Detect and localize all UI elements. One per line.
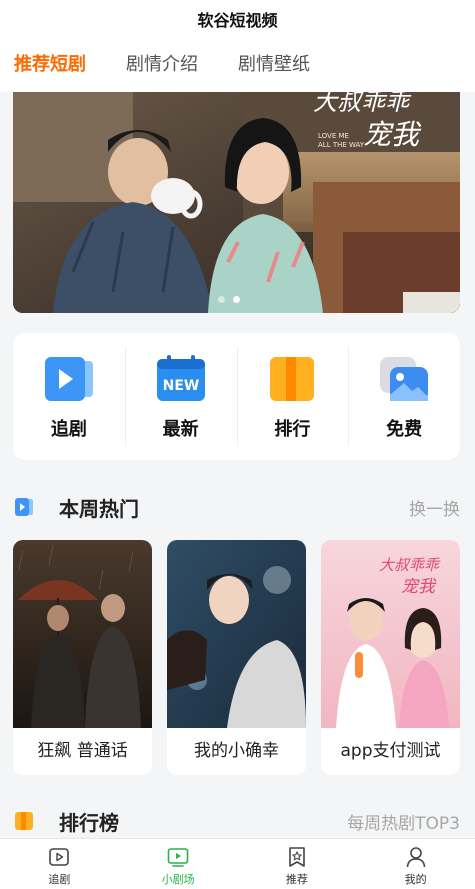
drama-poster: 大叔乖乖 宠我 — [321, 540, 460, 728]
quick-entry-label: 免费 — [386, 419, 423, 440]
quick-entry-label: 排行 — [274, 419, 311, 440]
quick-entry-label: 追剧 — [50, 419, 87, 440]
app-title: 软谷短视频 — [197, 11, 278, 30]
tabbar-item-mine[interactable]: 我的 — [356, 839, 475, 889]
carousel-dot-active[interactable] — [233, 296, 240, 303]
drama-poster — [167, 540, 306, 728]
ranking-more-link[interactable]: 每周热剧TOP3 — [347, 809, 460, 834]
tab-plot-intro[interactable]: 剧情介绍 — [126, 52, 198, 78]
refresh-button[interactable]: 换一换 — [409, 495, 460, 520]
tabbar-item-follow[interactable]: 追剧 — [0, 839, 119, 889]
quick-entry-free[interactable]: 免费 — [348, 333, 460, 460]
svg-text:宠我: 宠我 — [363, 118, 422, 151]
svg-text:LOVE ME: LOVE ME — [318, 132, 349, 140]
svg-text:NEW: NEW — [162, 378, 199, 394]
ranking-section-header: 排行榜 每周热剧TOP3 — [13, 806, 460, 836]
new-calendar-icon: NEW — [156, 355, 205, 401]
carousel-dot[interactable] — [218, 296, 225, 303]
hot-section-header: 本周热门 换一换 — [13, 492, 460, 522]
svg-text:ALL THE WAY: ALL THE WAY — [318, 141, 365, 149]
tabbar-item-theater[interactable]: 小剧场 — [119, 839, 238, 889]
tabbar-item-recommend[interactable]: 推荐 — [238, 839, 357, 889]
drama-card[interactable]: 大叔乖乖 宠我 app支付测试 — [321, 540, 460, 775]
drama-title: app支付测试 — [340, 741, 441, 761]
banner-image: 大叔乖乖 宠我 LOVE ME ALL THE WAY — [13, 92, 460, 313]
drama-poster — [13, 540, 152, 728]
quick-entry-newest[interactable]: NEW 最新 — [124, 333, 237, 460]
svg-text:大叔乖乖: 大叔乖乖 — [379, 556, 441, 574]
user-icon — [406, 847, 425, 868]
play-video-icon — [44, 357, 93, 401]
banner-carousel[interactable]: 大叔乖乖 宠我 LOVE ME ALL THE WAY — [13, 92, 460, 313]
drama-title: 我的小确幸 — [194, 741, 279, 761]
hot-drama-list: 狂飙 普通话 我的小确幸 大叔乖乖 宠我 app支付测试 — [13, 540, 460, 775]
section-title: 本周热门 — [59, 496, 139, 521]
svg-text:宠我: 宠我 — [401, 577, 437, 597]
tab-plot-wallpaper[interactable]: 剧情壁纸 — [238, 52, 310, 78]
poster-title-text: 大叔乖乖 — [313, 92, 412, 116]
carousel-indicators — [218, 296, 240, 303]
tabbar-label: 我的 — [404, 873, 427, 886]
header: 软谷短视频 推荐短剧 剧情介绍 剧情壁纸 — [0, 0, 475, 92]
ranking-book-icon — [15, 812, 33, 830]
section-title: 排行榜 — [59, 810, 119, 835]
quick-entry-label: 最新 — [162, 419, 199, 440]
free-image-icon — [380, 357, 429, 401]
bottom-tab-bar: 追剧 小剧场 推荐 我的 — [0, 838, 475, 889]
tabbar-label: 追剧 — [48, 873, 71, 886]
quick-entry-follow[interactable]: 追剧 — [13, 333, 125, 460]
play-video-icon — [15, 498, 33, 516]
ranking-book-icon — [270, 357, 315, 401]
tabbar-label: 小剧场 — [161, 873, 195, 886]
play-square-icon — [49, 848, 70, 866]
tab-recommended-dramas[interactable]: 推荐短剧 — [14, 52, 86, 78]
drama-card[interactable]: 狂飙 普通话 — [13, 540, 152, 775]
drama-title: 狂飙 普通话 — [37, 741, 128, 761]
tv-icon — [167, 848, 189, 867]
tabbar-label: 推荐 — [285, 873, 308, 886]
star-badge-icon — [289, 847, 305, 867]
drama-card[interactable]: 我的小确幸 — [167, 540, 306, 775]
quick-entry-ranking[interactable]: 排行 — [236, 333, 349, 460]
quick-entry-panel: 追剧 NEW 最新 排行 免费 — [13, 333, 460, 460]
top-tabs: 推荐短剧 剧情介绍 剧情壁纸 — [14, 52, 350, 78]
